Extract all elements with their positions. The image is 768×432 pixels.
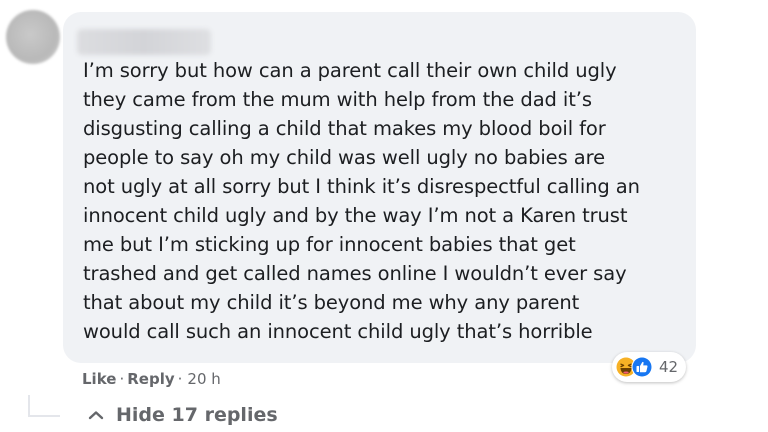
comment-bubble: I’m sorry but how can a parent call thei… <box>63 12 696 363</box>
comment-actions: Like · Reply · 20 h <box>82 370 221 388</box>
avatar[interactable] <box>6 10 60 64</box>
like-button[interactable]: Like <box>82 370 116 388</box>
like-icon <box>631 356 653 378</box>
comment-timestamp[interactable]: 20 h <box>187 370 220 388</box>
hide-replies-label: Hide 17 replies <box>116 404 278 426</box>
commenter-name-blurred[interactable] <box>77 29 211 55</box>
separator: · <box>177 370 183 388</box>
reaction-count: 42 <box>659 358 679 376</box>
thread-connector <box>30 415 60 417</box>
comment-text: I’m sorry but how can a parent call thei… <box>83 59 640 343</box>
thread-connector <box>28 395 30 417</box>
separator: · <box>119 370 125 388</box>
chevron-up-icon <box>88 411 104 420</box>
reply-button[interactable]: Reply <box>127 370 174 388</box>
hide-replies-button[interactable]: Hide 17 replies <box>88 404 278 426</box>
reaction-summary[interactable]: 42 <box>612 352 687 382</box>
